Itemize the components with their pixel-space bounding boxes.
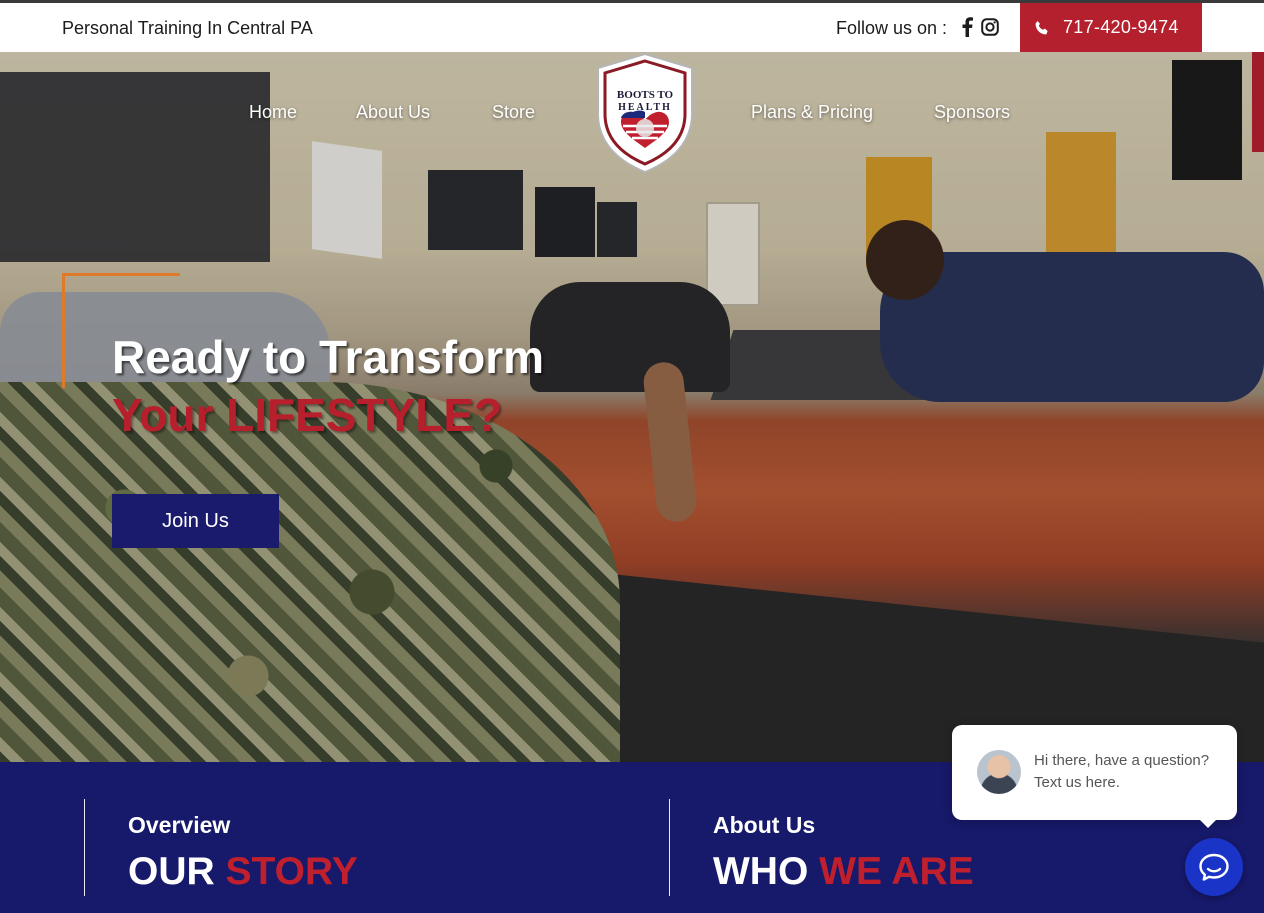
facebook-icon[interactable] [957,16,977,38]
hero-heading-line1: Ready to Transform [112,331,544,383]
hero-frame-accent [62,273,180,276]
tagline: Personal Training In Central PA [62,18,313,38]
nav-sponsors[interactable]: Sponsors [934,102,1010,123]
phone-number: 717-420-9474 [1063,17,1179,37]
our-story-heading: OUR STORY [128,850,358,893]
chat-button[interactable] [1185,838,1243,896]
nav-home[interactable]: Home [249,102,297,123]
chat-message: Hi there, have a question? Text us here. [1034,752,1210,791]
logo[interactable]: BOOTS TO HEALTH [594,52,696,174]
hero-section: Home About Us Store Plans & Pricing Spon… [0,52,1264,762]
divider [669,799,670,896]
chat-prompt-bubble[interactable]: Hi there, have a question? Text us here. [952,725,1237,828]
avatar [977,750,1021,794]
overview-kicker: Overview [128,812,231,838]
divider [84,799,85,896]
hero-frame-accent-vertical [62,273,65,388]
about-us-kicker: About Us [713,812,816,838]
phone-icon [1034,19,1052,37]
svg-text:BOOTS TO: BOOTS TO [617,89,674,101]
svg-text:HEALTH: HEALTH [618,102,672,113]
chat-icon [1199,853,1229,881]
who-we-are-heading: WHO WE ARE [713,850,974,893]
nav-store[interactable]: Store [492,102,535,123]
join-us-button[interactable]: Join Us [112,494,279,548]
nav-about-us[interactable]: About Us [356,102,430,123]
hero-heading-line2: Your LIFESTYLE? [112,389,503,441]
nav-plans-pricing[interactable]: Plans & Pricing [751,102,873,123]
phone-button[interactable]: 717-420-9474 [1020,3,1202,52]
instagram-icon[interactable] [980,16,1000,38]
follow-label: Follow us on : [836,18,948,38]
top-bar: Personal Training In Central PA Follow u… [0,3,1264,52]
